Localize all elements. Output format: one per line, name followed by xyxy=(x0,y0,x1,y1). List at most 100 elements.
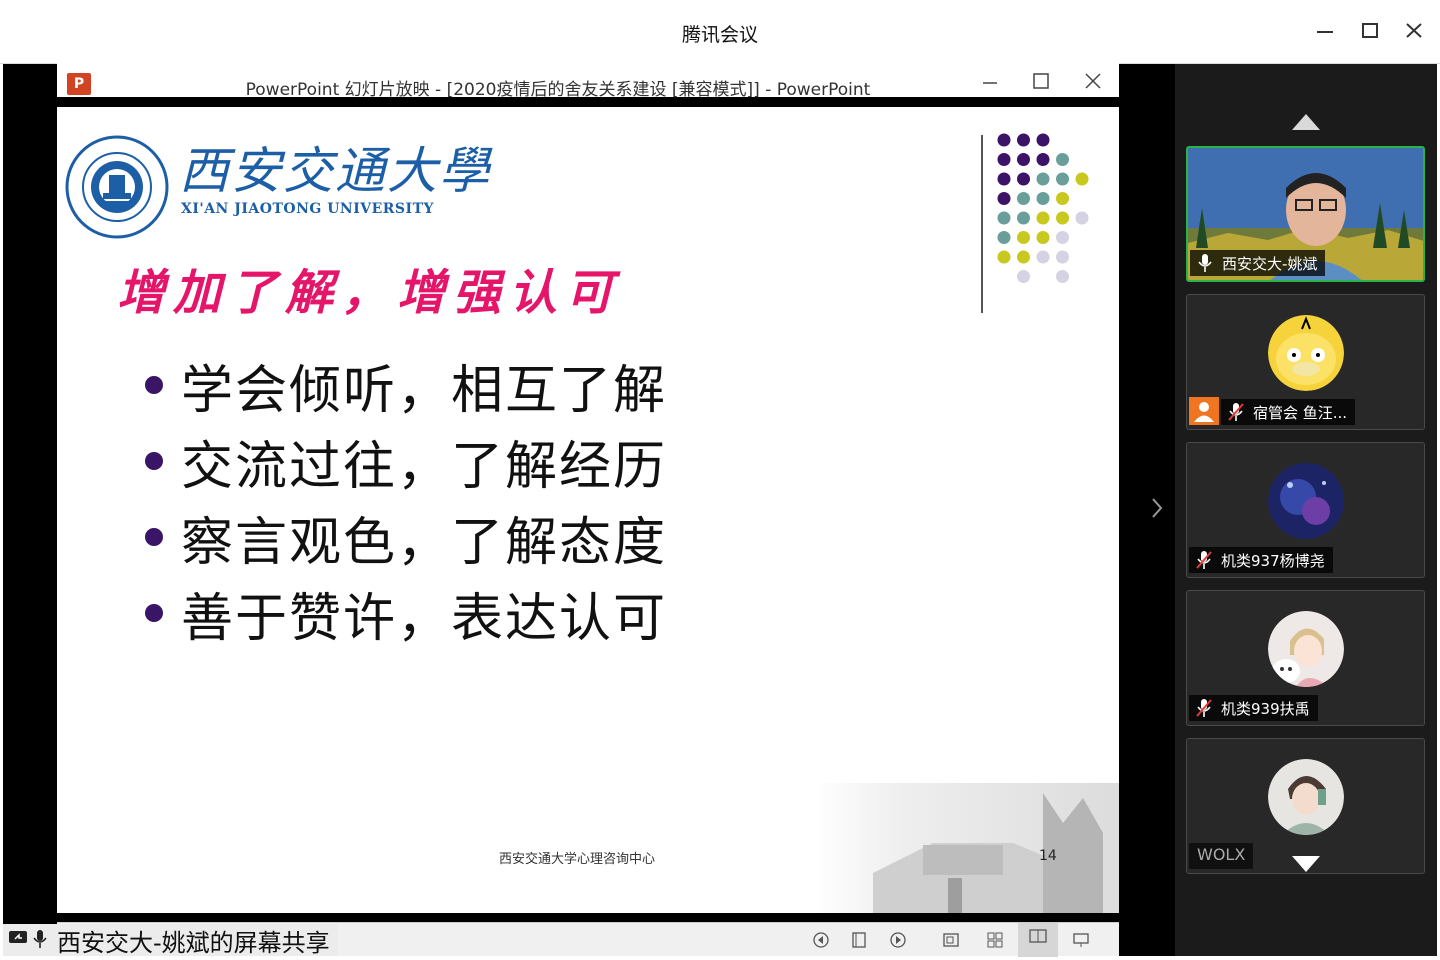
decorative-dot xyxy=(1017,153,1030,166)
close-icon[interactable] xyxy=(1399,18,1429,48)
ppt-maximize-icon[interactable] xyxy=(1025,71,1057,99)
decorative-dot xyxy=(997,250,1011,264)
decorative-dot xyxy=(1036,250,1050,264)
avatar xyxy=(1268,463,1344,539)
participant-tile[interactable]: WOLX xyxy=(1186,738,1425,874)
screen-share-label: 西安交大-姚斌的屏幕共享 xyxy=(3,924,338,957)
participant-name: 机类939扶禹 xyxy=(1221,699,1310,718)
powerpoint-title: PowerPoint 幻灯片放映 - [2020疫情后的舍友关系建设 [兼容模式… xyxy=(245,80,871,100)
avatar xyxy=(1268,759,1344,835)
chevron-right-icon[interactable] xyxy=(1150,496,1164,526)
decorative-dot xyxy=(1017,231,1030,244)
powerpoint-window: P PowerPoint 幻灯片放映 - [2020疫情后的舍友关系建设 [兼容… xyxy=(57,63,1119,913)
university-name-en: XI'AN JIAOTONG UNIVERSITY xyxy=(181,201,434,217)
slide-headline: 增加了解，增强认可 xyxy=(117,265,622,321)
decorative-dot xyxy=(1017,270,1030,283)
decorative-dot xyxy=(1017,192,1030,205)
participant-name: 机类937杨博尧 xyxy=(1221,551,1325,570)
decorative-dot xyxy=(997,192,1011,205)
maximize-icon[interactable] xyxy=(1355,18,1385,48)
participant-tile[interactable]: 宿管会 鱼汪... xyxy=(1186,294,1425,430)
decorative-dot xyxy=(997,231,1011,244)
decorative-dot xyxy=(1075,172,1089,186)
participant-name: WOLX xyxy=(1189,843,1254,869)
bullet-item: 学会倾听，相互了解 xyxy=(145,347,667,423)
participant-tile[interactable]: 机类939扶禹 xyxy=(1186,590,1425,726)
decorative-dots-icon xyxy=(997,133,1089,283)
decorative-dot xyxy=(997,172,1011,186)
muted-microphone-icon xyxy=(1195,698,1213,718)
participant-name-tag: 西安交大-姚斌 xyxy=(1190,250,1326,276)
notes-icon[interactable] xyxy=(849,931,869,949)
bullet-dot-icon xyxy=(145,376,163,394)
decorative-dot xyxy=(997,133,1011,147)
participant-name-tag: 宿管会 鱼汪... xyxy=(1221,399,1356,425)
ppt-close-icon[interactable] xyxy=(1077,71,1109,99)
powerpoint-title-bar: P PowerPoint 幻灯片放映 - [2020疫情后的舍友关系建设 [兼容… xyxy=(57,63,1119,107)
decorative-dot xyxy=(1056,172,1069,186)
avatar xyxy=(1268,611,1344,687)
decorative-dot xyxy=(1075,211,1089,225)
screen-share-owner: 西安交大-姚斌的屏幕共享 xyxy=(57,928,330,957)
host-badge-icon xyxy=(1189,397,1219,425)
previous-slide-icon[interactable] xyxy=(811,931,831,949)
slide: 西安交通大學 XI'AN JIAOTONG UNIVERSITY 增加了解，增强… xyxy=(57,117,1119,913)
participant-name-tag: 机类939扶禹 xyxy=(1189,695,1318,721)
decorative-dot xyxy=(1017,211,1030,225)
decorative-dot xyxy=(1017,133,1030,147)
university-emblem-icon xyxy=(65,135,169,239)
avatar xyxy=(1268,315,1344,391)
bullet-item: 交流过往，了解经历 xyxy=(145,423,667,499)
bullet-text: 善于赞许，表达认可 xyxy=(181,588,668,649)
bullet-text: 学会倾听，相互了解 xyxy=(181,360,668,421)
slide-sorter-icon[interactable] xyxy=(985,931,1005,949)
decorative-dot xyxy=(1056,231,1069,244)
decorative-dot xyxy=(1036,211,1050,225)
participant-name-tag: 机类937杨博尧 xyxy=(1189,547,1333,573)
muted-microphone-icon xyxy=(1227,402,1245,422)
ppt-minimize-icon[interactable] xyxy=(974,71,1006,99)
decorative-dot xyxy=(1017,250,1030,264)
participant-name: 宿管会 鱼汪... xyxy=(1253,403,1348,422)
slide-footer: 西安交通大学心理咨询中心 xyxy=(499,852,656,867)
screen-share-icon[interactable] xyxy=(7,929,29,951)
scroll-up-icon[interactable] xyxy=(1292,114,1320,130)
bullet-dot-icon xyxy=(145,528,163,546)
minimize-icon[interactable] xyxy=(1310,18,1340,48)
slide-number: 14 xyxy=(1039,848,1057,864)
decorative-dot xyxy=(997,153,1011,166)
scroll-down-icon[interactable] xyxy=(1292,856,1320,872)
participant-name: 西安交大-姚斌 xyxy=(1222,254,1318,273)
bullet-text: 察言观色，了解态度 xyxy=(181,512,668,573)
decorative-dot xyxy=(1056,270,1069,283)
slideshow-view-icon[interactable] xyxy=(1071,931,1091,949)
normal-view-icon[interactable] xyxy=(941,931,961,949)
bullet-dot-icon xyxy=(145,452,163,470)
decorative-dot xyxy=(1036,231,1050,244)
decorative-dot xyxy=(1056,250,1069,264)
reading-view-icon[interactable] xyxy=(1018,923,1058,957)
bullet-dot-icon xyxy=(145,604,163,622)
next-slide-icon[interactable] xyxy=(888,931,908,949)
title-bar: 腾讯会议 xyxy=(0,0,1440,64)
campus-sketch-image xyxy=(813,783,1119,913)
bullet-text: 交流过往，了解经历 xyxy=(181,436,668,497)
decorative-dot xyxy=(1056,153,1069,166)
divider-line xyxy=(981,135,983,313)
decorative-dot xyxy=(1036,153,1050,166)
microphone-icon[interactable] xyxy=(29,929,51,951)
bullet-item: 察言观色，了解态度 xyxy=(145,499,667,575)
participant-tile-video[interactable]: 西安交大-姚斌 xyxy=(1186,146,1425,282)
decorative-dot xyxy=(1036,172,1050,186)
participant-tile[interactable]: 机类937杨博尧 xyxy=(1186,442,1425,578)
bullet-list: 学会倾听，相互了解 交流过往，了解经历 察言观色，了解态度 善于赞许，表达认可 xyxy=(145,347,667,651)
decorative-dot xyxy=(1036,192,1050,205)
decorative-dot xyxy=(1056,211,1069,225)
bullet-item: 善于赞许，表达认可 xyxy=(145,575,667,651)
decorative-dot xyxy=(997,211,1011,225)
decorative-dot xyxy=(1017,172,1030,186)
muted-microphone-icon xyxy=(1195,550,1213,570)
decorative-dot xyxy=(1036,133,1050,147)
decorative-dot xyxy=(1056,192,1069,205)
university-name-cn: 西安交通大學 xyxy=(179,142,491,200)
